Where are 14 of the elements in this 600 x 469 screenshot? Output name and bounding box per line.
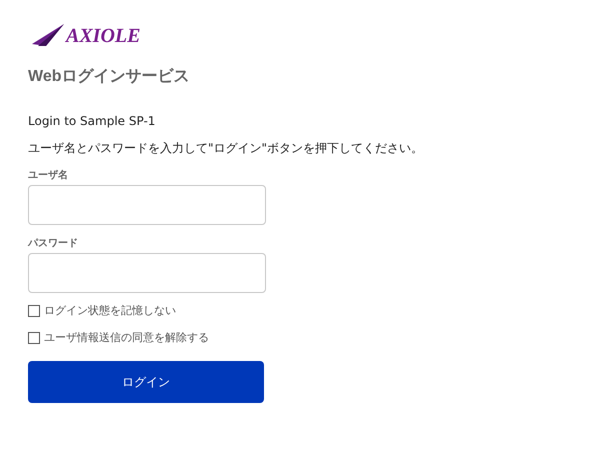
field-label: ユーザ名 (28, 168, 68, 182)
subtitle-text: Login to Sample SP-1 (28, 114, 156, 128)
checkbox[interactable] (28, 304, 40, 316)
checkbox-label[interactable]: ログイン状態を記憶しない (44, 303, 176, 318)
page-heading: Webログインサービス (28, 67, 190, 87)
login-button[interactable]: ログイン (28, 361, 264, 403)
checkbox-label[interactable]: ユーザ情報送信の同意を解除する (44, 330, 209, 345)
checkbox[interactable] (28, 332, 40, 344)
logo-text: AXIOLE (66, 26, 140, 46)
instruction-text: ユーザ名とパスワードを入力して"ログイン"ボタンを押下してください。 (28, 140, 424, 157)
paper-plane-icon (32, 24, 64, 46)
password-field[interactable] (28, 253, 266, 293)
field-label: パスワード (28, 237, 78, 250)
username-field[interactable] (28, 185, 266, 225)
